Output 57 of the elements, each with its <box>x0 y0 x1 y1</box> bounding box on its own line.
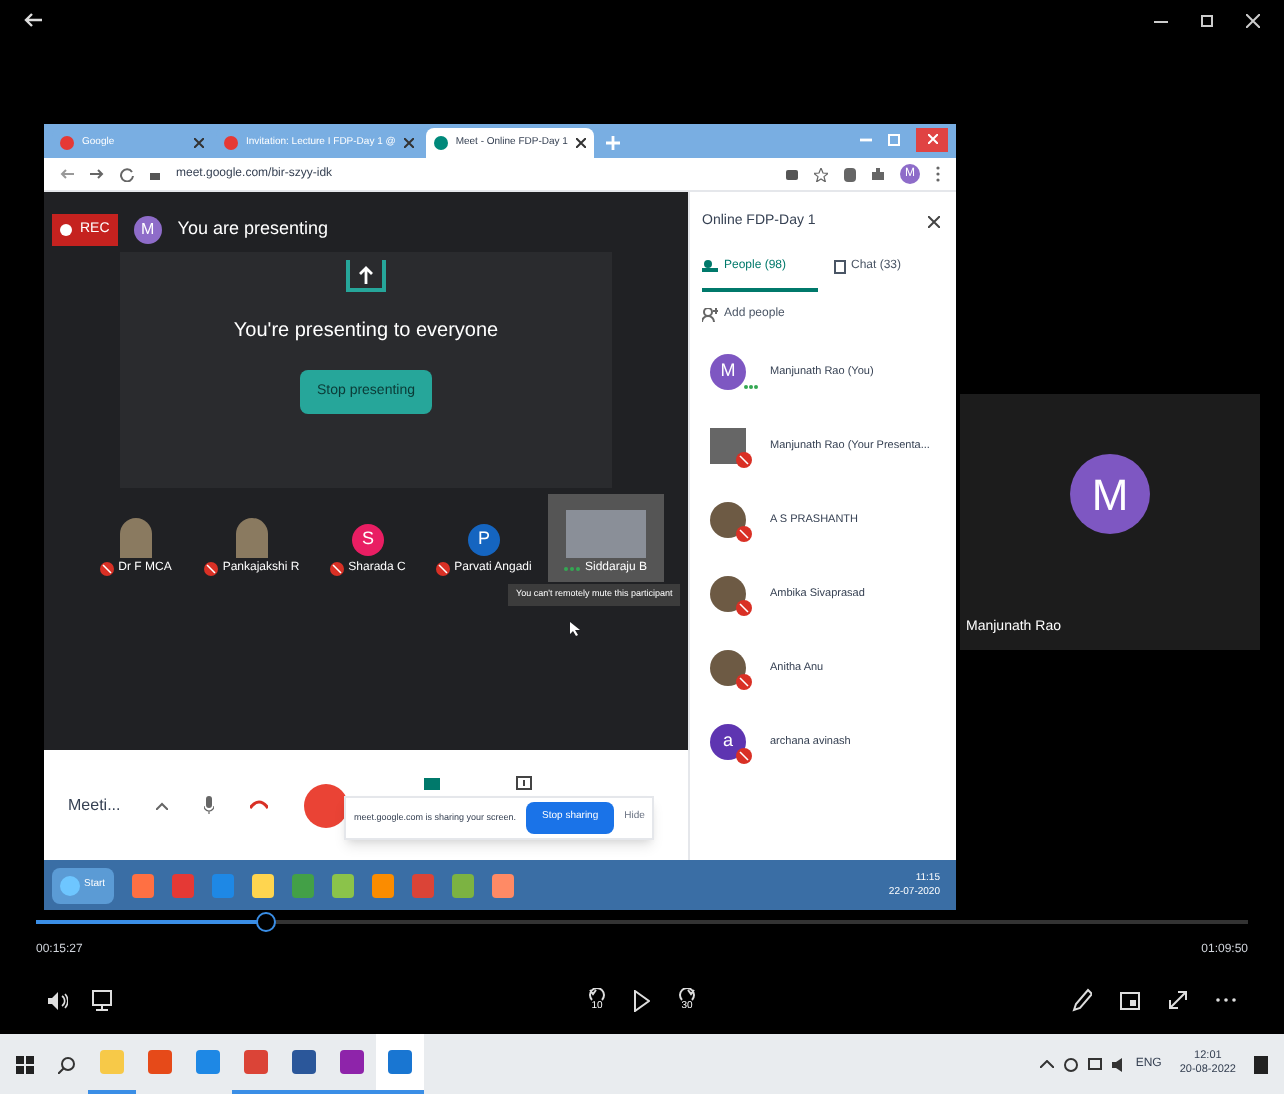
avatar: P <box>468 524 500 556</box>
app-icon <box>100 1050 124 1074</box>
close-button[interactable] <box>916 127 948 151</box>
photo-placeholder <box>236 518 268 558</box>
speaker-icon[interactable] <box>1111 1057 1126 1071</box>
volume-icon[interactable] <box>48 991 68 1009</box>
app-icon <box>244 1050 268 1074</box>
present-icon[interactable] <box>516 776 533 790</box>
close-icon[interactable] <box>928 216 940 228</box>
avatar: M <box>1070 454 1150 534</box>
avatar: a <box>710 723 746 759</box>
add-person-icon <box>702 307 718 321</box>
photo-placeholder <box>120 518 152 558</box>
mouse-cursor-icon <box>570 622 580 636</box>
chat-icon <box>833 259 845 273</box>
fullscreen-icon[interactable] <box>1168 990 1188 1010</box>
app-icon <box>292 1050 316 1074</box>
star-icon[interactable] <box>814 167 828 181</box>
favicon-icon <box>433 136 448 150</box>
close-icon[interactable] <box>575 138 586 148</box>
meeting-name: Meeti... <box>68 793 121 817</box>
app-icon <box>196 1050 220 1074</box>
presenting-message: You're presenting to everyone <box>233 318 499 346</box>
favicon-icon <box>224 136 238 150</box>
close-icon[interactable] <box>403 138 414 148</box>
favicon-icon <box>60 136 74 150</box>
close-icon[interactable] <box>194 138 204 148</box>
screen-share-thumbnail <box>710 427 746 463</box>
photo-placeholder <box>710 649 746 685</box>
seek-thumb[interactable] <box>256 912 277 932</box>
avatar: S <box>352 524 384 556</box>
chevron-up-icon[interactable] <box>1039 1060 1054 1068</box>
presenter-avatar: M <box>133 216 162 244</box>
forward-arrow-icon[interactable] <box>90 168 104 180</box>
app-icon[interactable] <box>251 873 274 897</box>
taskbar-app[interactable] <box>376 1034 424 1094</box>
avatar: M <box>710 353 746 389</box>
play-icon[interactable] <box>634 989 650 1011</box>
app-icon <box>388 1050 412 1074</box>
presenting-status: You are presenting <box>177 216 329 243</box>
app-icon <box>148 1050 172 1074</box>
app-icon <box>340 1050 364 1074</box>
app-icon[interactable] <box>331 873 354 897</box>
caret-up-icon[interactable] <box>156 801 169 809</box>
start-orb-icon <box>60 875 80 895</box>
mini-view-icon[interactable] <box>1120 991 1140 1009</box>
people-icon <box>702 260 718 272</box>
photo-placeholder <box>710 575 746 611</box>
restore-icon[interactable] <box>1200 13 1214 27</box>
monitor-icon[interactable] <box>1087 1057 1102 1071</box>
pencil-icon[interactable] <box>1072 988 1092 1012</box>
reload-icon[interactable] <box>120 167 134 181</box>
microphone-icon[interactable] <box>204 796 215 814</box>
upload-icon <box>346 260 386 292</box>
video-placeholder <box>566 510 646 558</box>
photo-placeholder <box>710 501 746 537</box>
hang-up-icon[interactable] <box>250 800 269 810</box>
